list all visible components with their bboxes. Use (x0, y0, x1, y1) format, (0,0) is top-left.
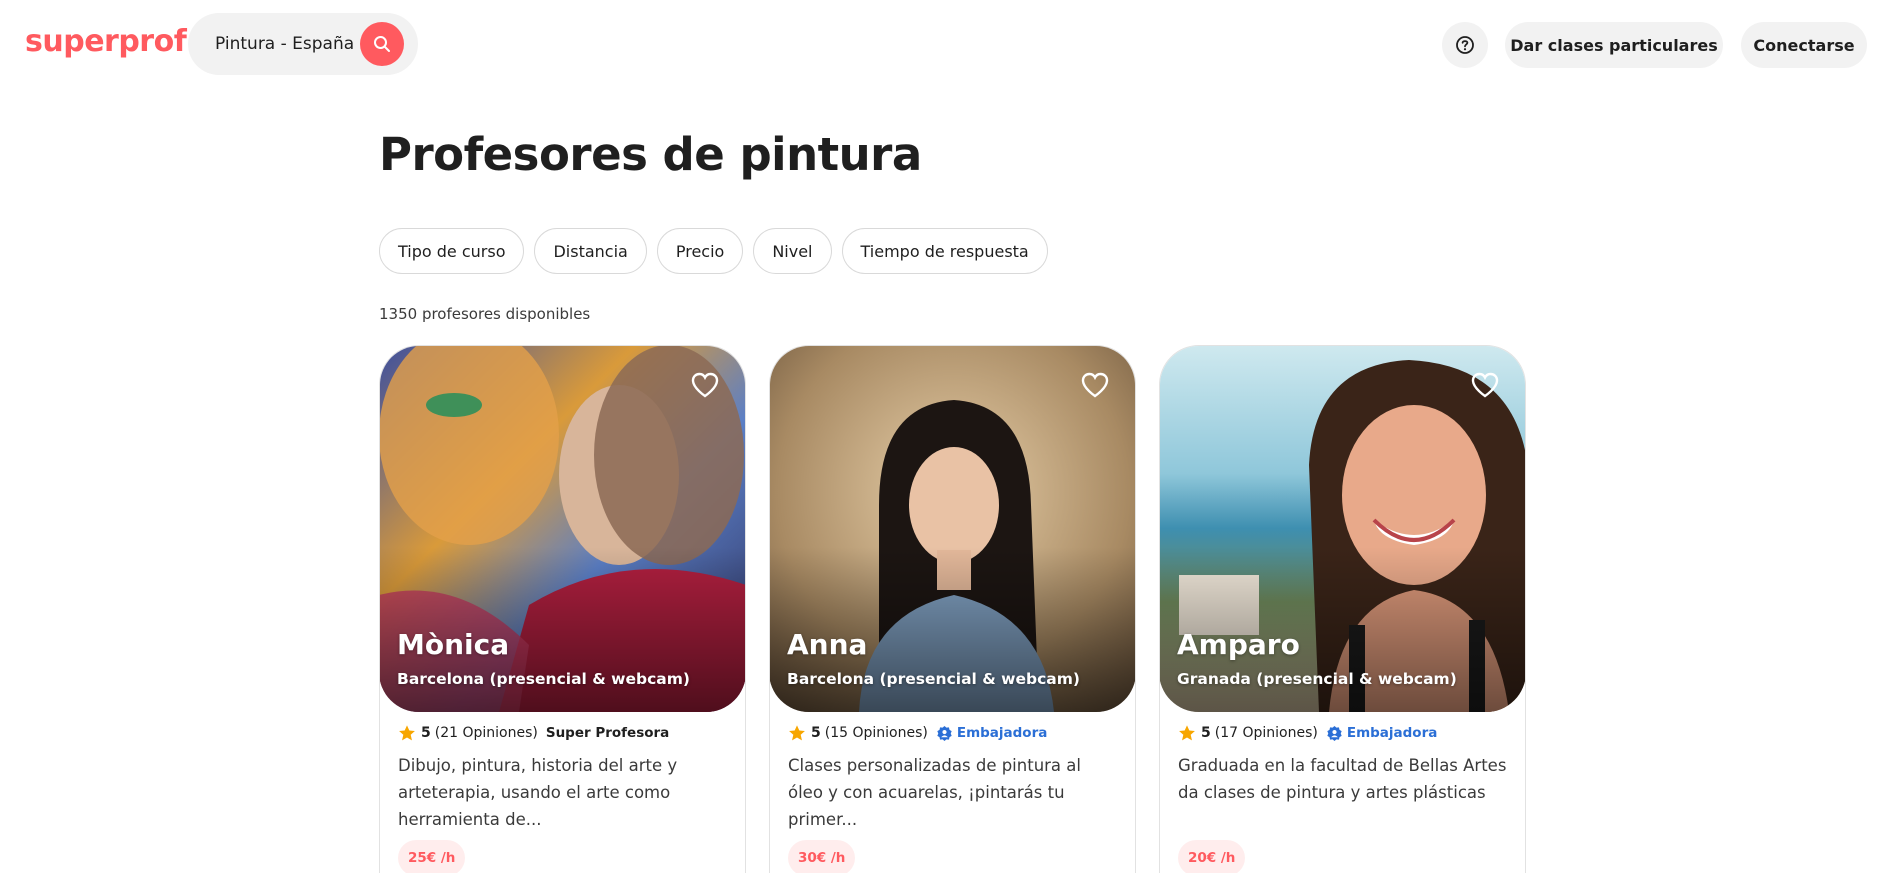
filter-price[interactable]: Precio (656, 228, 744, 274)
review-count: (15 Opiniones) (824, 725, 928, 741)
tutor-photo[interactable]: Amparo Granada (presencial & webcam) (1160, 346, 1525, 712)
ambassador-badge: Embajadora (1346, 725, 1438, 741)
ambassador-badge: Embajadora (956, 725, 1048, 741)
rating-row: 5 (21 Opiniones) Super Profesora (398, 723, 669, 743)
heart-icon[interactable] (690, 371, 720, 399)
filter-distance[interactable]: Distancia (534, 228, 647, 274)
filter-response-time[interactable]: Tiempo de respuesta (841, 228, 1048, 274)
rating-value: 5 (811, 725, 821, 741)
ambassador-badge-icon (1327, 725, 1342, 741)
tutor-name: Amparo (1177, 628, 1300, 661)
tutor-name: Anna (787, 628, 868, 661)
super-teacher-badge: Super Profesora (545, 725, 670, 741)
price-tag: 25€ /h (398, 840, 466, 873)
help-circle-icon (1456, 36, 1474, 54)
filter-bar: Tipo de curso Distancia Precio Nivel Tie… (379, 228, 1048, 274)
review-count: (17 Opiniones) (1214, 725, 1318, 741)
ambassador-badge-icon (937, 725, 952, 741)
help-button[interactable] (1442, 22, 1488, 68)
rating-value: 5 (1201, 725, 1211, 741)
tutor-description: Clases personalizadas de pintura al óleo… (788, 756, 1081, 829)
search-bar[interactable]: Pintura - España (188, 13, 418, 75)
tutor-card[interactable]: Anna Barcelona (presencial & webcam) 5 (… (769, 345, 1136, 873)
tutor-card[interactable]: Amparo Granada (presencial & webcam) 5 (… (1159, 345, 1526, 873)
rating-value: 5 (421, 725, 431, 741)
search-query[interactable]: Pintura - España (215, 34, 354, 54)
tutor-location: Granada (presencial & webcam) (1177, 670, 1457, 688)
tutor-card[interactable]: Mònica Barcelona (presencial & webcam) 5… (379, 345, 746, 873)
tutor-description: Graduada en la facultad de Bellas Artes … (1178, 756, 1507, 802)
page-title: Profesores de pintura (379, 128, 922, 181)
filter-course-type[interactable]: Tipo de curso (379, 228, 525, 274)
tutor-location: Barcelona (presencial & webcam) (397, 670, 690, 688)
review-count: (21 Opiniones) (434, 725, 538, 741)
give-classes-button[interactable]: Dar clases particulares (1505, 22, 1723, 68)
rating-row: 5 (15 Opiniones) Embajadora (788, 723, 1047, 743)
tutor-photo[interactable]: Mònica Barcelona (presencial & webcam) (380, 346, 745, 712)
filter-level[interactable]: Nivel (753, 228, 832, 274)
star-icon (789, 725, 805, 741)
heart-icon[interactable] (1470, 371, 1500, 399)
search-icon (374, 36, 390, 52)
superprof-logo[interactable]: superprof (25, 24, 187, 59)
rating-row: 5 (17 Opiniones) Embajadora (1178, 723, 1437, 743)
search-button[interactable] (360, 22, 404, 66)
login-button[interactable]: Conectarse (1741, 22, 1867, 68)
star-icon (399, 725, 415, 741)
top-bar: superprof Pintura - España Dar clases pa… (0, 0, 1893, 90)
price-tag: 30€ /h (788, 840, 856, 873)
tutor-description: Dibujo, pintura, historia del arte y art… (398, 756, 678, 829)
tutor-location: Barcelona (presencial & webcam) (787, 670, 1080, 688)
heart-icon[interactable] (1080, 371, 1110, 399)
price-tag: 20€ /h (1178, 840, 1246, 873)
results-count: 1350 profesores disponibles (379, 305, 591, 323)
tutor-name: Mònica (397, 628, 510, 661)
star-icon (1179, 725, 1195, 741)
tutor-photo[interactable]: Anna Barcelona (presencial & webcam) (770, 346, 1135, 712)
